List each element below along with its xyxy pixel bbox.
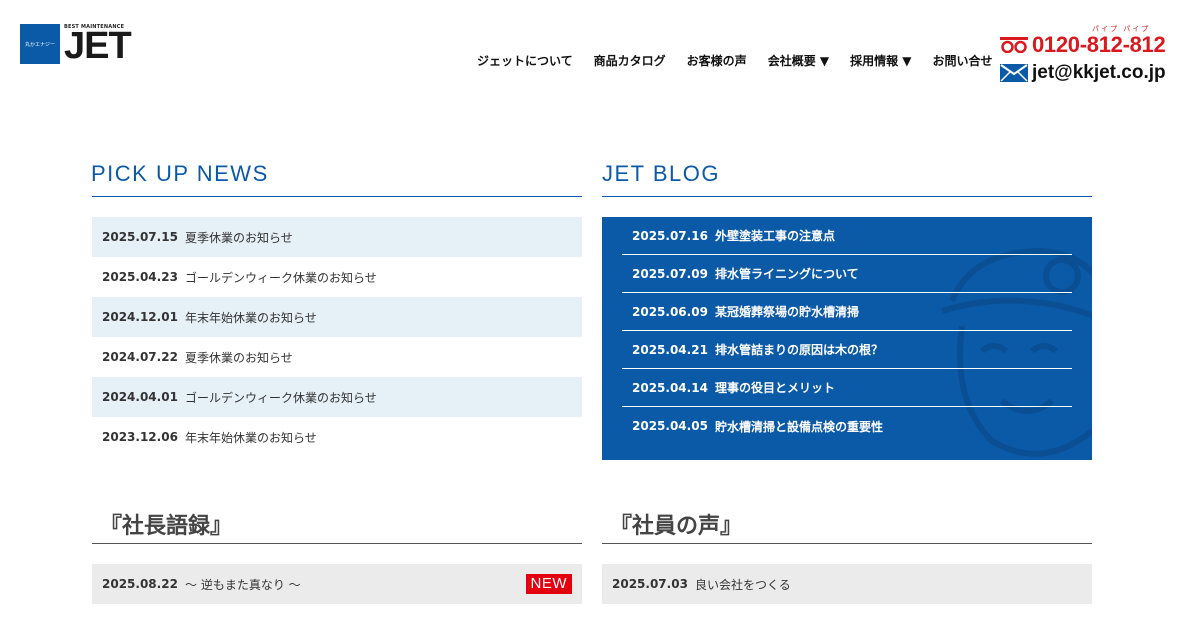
blog-item[interactable]: 2025.06.09 某冠婚葬祭場の貯水槽清掃 (622, 293, 1072, 331)
news-item[interactable]: 2025.04.23 ゴールデンウィーク休業のお知らせ (92, 257, 582, 297)
blog-date: 2025.07.16 (632, 228, 708, 243)
news-date: 2024.12.01 (102, 310, 178, 324)
news-text: ゴールデンウィーク休業のお知らせ (185, 390, 377, 405)
blog-date: 2025.04.05 (632, 419, 708, 433)
blog-item[interactable]: 2025.04.05 貯水槽清掃と設備点検の重要性 (622, 407, 1072, 445)
nav-catalog[interactable]: 商品カタログ (594, 52, 666, 69)
news-date: 2024.07.22 (102, 350, 178, 364)
voice-date: 2025.07.03 (612, 577, 688, 591)
news-text: 年末年始休業のお知らせ (185, 430, 317, 445)
voice-text: 良い会社をつくる (695, 577, 791, 592)
pickup-news-rule (92, 196, 582, 197)
blog-date: 2025.04.21 (632, 342, 708, 357)
email-address: jet@kkjet.co.jp (1032, 62, 1166, 83)
blog-text: 某冠婚葬祭場の貯水槽清掃 (715, 305, 860, 319)
news-date: 2023.12.06 (102, 430, 178, 444)
news-item[interactable]: 2024.12.01 年末年始休業のお知らせ (92, 297, 582, 337)
main-nav: ジェットについて 商品カタログ お客様の声 会社概要 ▼ 採用情報 ▼ お問い合… (477, 52, 993, 69)
logo-sub: 丸かエナジー (24, 41, 55, 48)
blog-item[interactable]: 2025.07.16 外壁塗装工事の注意点 (622, 217, 1072, 255)
blog-text: 外壁塗装工事の注意点 (715, 229, 836, 243)
blog-date: 2025.04.14 (632, 380, 708, 395)
jet-blog-list: 2025.07.16 外壁塗装工事の注意点 2025.07.09 排水管ライニングに… (602, 217, 1092, 460)
new-badge: NEW (525, 574, 572, 594)
news-text: 年末年始休業のお知らせ (185, 310, 317, 325)
quote-date: 2025.08.22 (102, 577, 178, 591)
blog-item[interactable]: 2025.07.09 排水管ライニングについて (622, 255, 1072, 293)
pickup-news-title: PICK UP NEWS (91, 161, 269, 186)
pickup-news-list: 2025.07.15 夏季休業のお知らせ 2025.04.23 ゴールデンウィーク休… (92, 217, 582, 457)
staff-voices-title: 『社員の声』 (610, 514, 743, 539)
news-item[interactable]: 2025.07.15 夏季休業のお知らせ (92, 217, 582, 257)
jet-blog-rule (602, 196, 1092, 197)
news-text: ゴールデンウィーク休業のお知らせ (185, 270, 377, 285)
email-link[interactable]: jet@kkjet.co.jp (1000, 62, 1166, 84)
news-item[interactable]: 2024.07.22 夏季休業のお知らせ (92, 337, 582, 377)
freedial-icon (1000, 37, 1028, 53)
logo-wordmark: BEST MAINTENANCE JET (64, 24, 132, 65)
president-quotes-rule (92, 543, 582, 544)
news-text: 夏季休業のお知らせ (185, 230, 293, 245)
news-date: 2024.04.01 (102, 390, 178, 404)
jet-blog-title: JET BLOG (602, 161, 720, 186)
mail-icon (1000, 64, 1028, 82)
news-item[interactable]: 2023.12.06 年末年始休業のお知らせ (92, 417, 582, 457)
phone-link[interactable]: 0120-812-812 (1000, 32, 1166, 58)
president-quote-item[interactable]: 2025.08.22 ～ 逆もまた真なり ～ NEW (92, 564, 582, 604)
nav-voices[interactable]: お客様の声 (687, 52, 747, 69)
blog-text: 排水管ライニングについて (715, 267, 859, 281)
blog-date: 2025.06.09 (632, 304, 708, 319)
site-logo[interactable]: 丸かエナジー BEST MAINTENANCE JET (20, 24, 132, 65)
staff-voice-item[interactable]: 2025.07.03 良い会社をつくる (602, 564, 1092, 604)
news-text: 夏季休業のお知らせ (185, 350, 293, 365)
nav-contact[interactable]: お問い合せ (933, 52, 993, 69)
news-date: 2025.04.23 (102, 270, 178, 284)
news-date: 2025.07.15 (102, 230, 178, 244)
staff-voices-rule (602, 543, 1092, 544)
blog-text: 貯水槽清掃と設備点検の重要性 (715, 419, 884, 434)
phone-number: 0120-812-812 (1032, 32, 1166, 57)
nav-company[interactable]: 会社概要 ▼ (768, 52, 829, 69)
news-item[interactable]: 2024.04.01 ゴールデンウィーク休業のお知らせ (92, 377, 582, 417)
nav-recruit[interactable]: 採用情報 ▼ (850, 52, 911, 69)
logo-mark: 丸かエナジー (20, 24, 60, 64)
president-quotes-title: 『社長語録』 (100, 514, 233, 539)
quote-text: ～ 逆もまた真なり ～ (185, 577, 301, 592)
blog-item[interactable]: 2025.04.14 理事の役目とメリット (622, 369, 1072, 407)
blog-item[interactable]: 2025.04.21 排水管詰まりの原因は木の根？ (622, 331, 1072, 369)
nav-about[interactable]: ジェットについて (477, 52, 573, 69)
blog-date: 2025.07.09 (632, 266, 708, 281)
logo-text: JET (64, 25, 132, 67)
blog-text: 排水管詰まりの原因は木の根？ (715, 343, 884, 357)
blog-text: 理事の役目とメリット (715, 381, 836, 395)
